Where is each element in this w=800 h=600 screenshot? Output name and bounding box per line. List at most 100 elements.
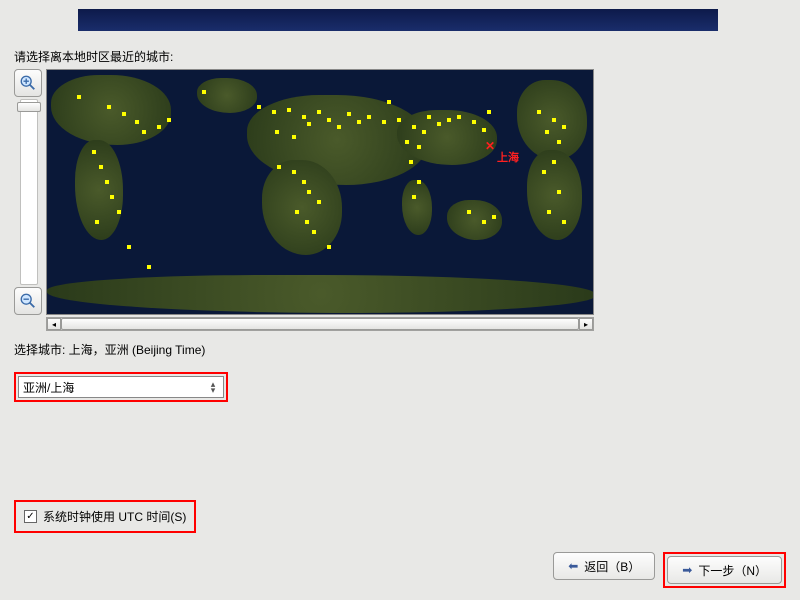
- zoom-out-button[interactable]: [14, 287, 42, 315]
- city-dot[interactable]: [487, 110, 491, 114]
- city-dot[interactable]: [397, 118, 401, 122]
- city-dot[interactable]: [99, 165, 103, 169]
- utc-checkbox-label: 系统时钟使用 UTC 时间(S): [43, 508, 186, 525]
- zoom-controls: [14, 69, 44, 315]
- city-dot[interactable]: [412, 195, 416, 199]
- selected-city-label: 选择城市: 上海，亚洲 (Beijing Time): [14, 341, 786, 358]
- city-dot[interactable]: [405, 140, 409, 144]
- chevron-right-icon: ▸: [584, 320, 588, 329]
- city-dot[interactable]: [317, 110, 321, 114]
- city-dot[interactable]: [492, 215, 496, 219]
- city-dot[interactable]: [545, 130, 549, 134]
- city-dot[interactable]: [327, 245, 331, 249]
- landmass: [447, 200, 502, 240]
- zoom-slider[interactable]: [20, 99, 38, 285]
- city-dot[interactable]: [142, 130, 146, 134]
- utc-checkbox-highlight: ✓ 系统时钟使用 UTC 时间(S): [14, 500, 196, 533]
- city-dot[interactable]: [562, 220, 566, 224]
- city-dot[interactable]: [557, 190, 561, 194]
- city-dot[interactable]: [117, 210, 121, 214]
- selected-city-marker: ✕: [485, 139, 495, 153]
- city-dot[interactable]: [105, 180, 109, 184]
- scroll-thumb[interactable]: [61, 318, 579, 330]
- city-dot[interactable]: [537, 110, 541, 114]
- city-dot[interactable]: [110, 195, 114, 199]
- city-dot[interactable]: [317, 200, 321, 204]
- city-dot[interactable]: [202, 90, 206, 94]
- city-dot[interactable]: [427, 115, 431, 119]
- city-dot[interactable]: [552, 160, 556, 164]
- city-dot[interactable]: [412, 125, 416, 129]
- city-dot[interactable]: [457, 115, 461, 119]
- city-dot[interactable]: [167, 118, 171, 122]
- combobox-spinner-icon: ▴▾: [207, 381, 219, 393]
- city-dot[interactable]: [547, 210, 551, 214]
- city-dot[interactable]: [302, 115, 306, 119]
- city-dot[interactable]: [357, 120, 361, 124]
- city-dot[interactable]: [287, 108, 291, 112]
- city-dot[interactable]: [77, 95, 81, 99]
- next-button[interactable]: ➡ 下一步（N）: [667, 556, 782, 584]
- zoom-slider-handle[interactable]: [17, 102, 41, 112]
- city-dot[interactable]: [417, 180, 421, 184]
- city-dot[interactable]: [275, 130, 279, 134]
- city-dot[interactable]: [382, 120, 386, 124]
- city-dot[interactable]: [305, 220, 309, 224]
- city-dot[interactable]: [147, 265, 151, 269]
- city-dot[interactable]: [257, 105, 261, 109]
- city-dot[interactable]: [277, 165, 281, 169]
- city-dot[interactable]: [337, 125, 341, 129]
- next-button-label: 下一步（N）: [698, 562, 767, 579]
- utc-checkbox[interactable]: ✓ 系统时钟使用 UTC 时间(S): [24, 508, 186, 525]
- city-dot[interactable]: [482, 220, 486, 224]
- city-dot[interactable]: [557, 140, 561, 144]
- city-dot[interactable]: [409, 160, 413, 164]
- city-dot[interactable]: [127, 245, 131, 249]
- city-dot[interactable]: [482, 128, 486, 132]
- header-banner: [78, 9, 718, 31]
- map-horizontal-scrollbar[interactable]: ◂ ▸: [46, 317, 594, 331]
- city-dot[interactable]: [417, 145, 421, 149]
- city-dot[interactable]: [347, 112, 351, 116]
- city-dot[interactable]: [472, 120, 476, 124]
- city-dot[interactable]: [292, 170, 296, 174]
- scroll-right-button[interactable]: ▸: [579, 318, 593, 330]
- world-map[interactable]: ✕上海: [46, 69, 594, 315]
- check-icon: ✓: [26, 511, 34, 522]
- city-dot[interactable]: [92, 150, 96, 154]
- city-dot[interactable]: [312, 230, 316, 234]
- city-dot[interactable]: [272, 110, 276, 114]
- scroll-track[interactable]: [61, 318, 579, 330]
- city-dot[interactable]: [327, 118, 331, 122]
- city-dot[interactable]: [552, 118, 556, 122]
- city-dot[interactable]: [292, 135, 296, 139]
- checkbox-box[interactable]: ✓: [24, 510, 37, 523]
- city-dot[interactable]: [542, 170, 546, 174]
- city-dot[interactable]: [367, 115, 371, 119]
- city-dot[interactable]: [307, 190, 311, 194]
- scroll-left-button[interactable]: ◂: [47, 318, 61, 330]
- city-dot[interactable]: [437, 122, 441, 126]
- city-dot[interactable]: [307, 122, 311, 126]
- nav-buttons: ⬅ 返回（B） ➡ 下一步（N）: [553, 552, 786, 588]
- city-dot[interactable]: [122, 112, 126, 116]
- city-dot[interactable]: [157, 125, 161, 129]
- timezone-combo-highlight: 亚洲/上海 ▴▾: [14, 372, 228, 402]
- city-dot[interactable]: [447, 118, 451, 122]
- next-button-highlight: ➡ 下一步（N）: [663, 552, 786, 588]
- city-dot[interactable]: [107, 105, 111, 109]
- city-dot[interactable]: [467, 210, 471, 214]
- city-dot[interactable]: [95, 220, 99, 224]
- zoom-in-button[interactable]: [14, 69, 42, 97]
- selected-city-map-label: 上海: [497, 149, 519, 165]
- landmass: [47, 275, 594, 313]
- city-dot[interactable]: [387, 100, 391, 104]
- city-dot[interactable]: [302, 180, 306, 184]
- back-button[interactable]: ⬅ 返回（B）: [553, 552, 655, 580]
- city-dot[interactable]: [295, 210, 299, 214]
- city-dot[interactable]: [562, 125, 566, 129]
- city-dot[interactable]: [422, 130, 426, 134]
- timezone-combobox[interactable]: 亚洲/上海 ▴▾: [18, 376, 224, 398]
- map-area: ✕上海 ◂ ▸: [14, 69, 596, 331]
- city-dot[interactable]: [135, 120, 139, 124]
